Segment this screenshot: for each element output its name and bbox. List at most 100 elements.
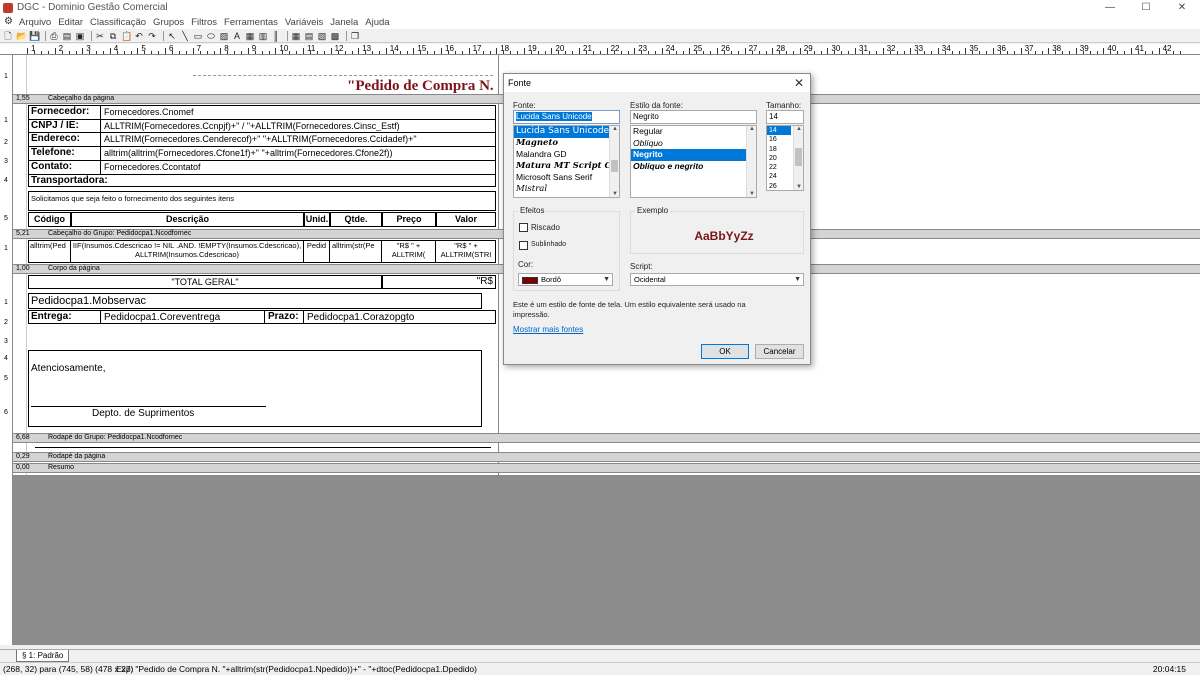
font-option[interactable]: Matura MT Script Capitals [514, 161, 619, 173]
line-tool-icon[interactable]: ╲ [180, 31, 190, 41]
preview-icon[interactable]: ▤ [62, 31, 72, 41]
style-list[interactable]: Regular Oblíquo Negrito Oblíquo e negrit… [630, 125, 757, 198]
print-icon[interactable]: ⎙ [49, 31, 59, 41]
header-preco[interactable]: Preço [382, 212, 436, 227]
detail-descricao[interactable]: IIF(Insumos.Cdescricao != NIL .AND. !EMP… [71, 241, 304, 262]
font-option[interactable]: Microsoft Sans Serif [514, 172, 619, 184]
undo-icon[interactable]: ↶ [134, 31, 144, 41]
menu-filtros[interactable]: Filtros [191, 17, 217, 28]
new-icon[interactable]: 🗋 [3, 31, 13, 41]
open-icon[interactable]: 📂 [16, 31, 27, 41]
system-menu-icon[interactable]: ⚙ [4, 17, 16, 27]
image-tool-icon[interactable]: ▨ [219, 31, 229, 41]
page-setup-icon[interactable]: ▣ [75, 31, 85, 41]
barcode-tool-icon[interactable]: ║ [271, 31, 281, 41]
header-descricao[interactable]: Descrição [71, 212, 304, 227]
chevron-down-icon[interactable]: ▼ [794, 274, 801, 285]
scroll-up-icon[interactable]: ▲ [610, 126, 619, 132]
entrega-field[interactable]: Pedidocpa1.Coreventrega [104, 312, 220, 323]
style-input[interactable]: Negrito [630, 110, 757, 124]
ellipse-tool-icon[interactable]: ⬭ [206, 31, 216, 41]
size-option[interactable]: 14 [767, 126, 791, 136]
supplier-label[interactable]: Endereco: [31, 133, 80, 144]
maximize-icon[interactable]: ☐ [1128, 0, 1164, 15]
scroll-thumb[interactable] [611, 160, 618, 172]
scroll-thumb[interactable] [795, 148, 802, 166]
size-list[interactable]: 14 16 18 20 22 24 26 ▲ ▼ [766, 125, 804, 191]
supplier-field[interactable]: alltrim(alltrim(Fornecedores.Cfone1f)+" … [104, 148, 392, 158]
band-page-footer[interactable]: 0,29 Rodapé da página [13, 452, 1200, 462]
ok-button[interactable]: OK [701, 344, 749, 359]
supplier-label[interactable]: Contato: [31, 161, 72, 172]
supplier-field[interactable]: Fornecedores.Cnomef [104, 107, 194, 117]
properties-icon[interactable]: ▧ [317, 31, 327, 41]
prazo-field[interactable]: Pedidocpa1.Corazopgto [307, 312, 414, 323]
underline-label[interactable]: Sublinhado [531, 241, 566, 248]
scroll-down-icon[interactable]: ▼ [794, 184, 803, 190]
header-unid[interactable]: Unid. [304, 212, 330, 227]
band-group-footer[interactable]: 6,68 Rodapé do Grupo: Pedidocpa1.Ncodfor… [13, 433, 1200, 443]
detail-preco[interactable]: "R$ " + ALLTRIM( [382, 241, 436, 262]
style-option[interactable]: Oblíquo [631, 138, 756, 150]
cut-icon[interactable]: ✂ [95, 31, 105, 41]
header-valor[interactable]: Valor [436, 212, 496, 227]
save-icon[interactable]: 💾 [29, 31, 40, 41]
scroll-down-icon[interactable]: ▼ [747, 191, 756, 197]
style-list-scrollbar[interactable]: ▲ ▼ [746, 126, 756, 197]
menu-arquivo[interactable]: Arquivo [19, 17, 51, 28]
font-input[interactable]: Lucida Sans Unicode [513, 110, 620, 124]
scroll-up-icon[interactable]: ▲ [794, 126, 803, 132]
supplier-field[interactable]: ALLTRIM(Fornecedores.Cenderecof)+" "+ALL… [104, 134, 417, 144]
chevron-down-icon[interactable]: ▼ [603, 274, 610, 285]
detail-codigo[interactable]: alltrim(Ped [28, 241, 71, 262]
frame-icon[interactable]: ❐ [350, 31, 360, 41]
menu-grupos[interactable]: Grupos [153, 17, 184, 28]
align-icon[interactable]: ▤ [304, 31, 314, 41]
style-option[interactable]: Regular [631, 126, 756, 138]
supplier-label[interactable]: CNPJ / IE: [31, 120, 79, 131]
band-summary[interactable]: 0,00 Resumo [13, 463, 1200, 473]
header-codigo[interactable]: Código [28, 212, 71, 227]
font-list-scrollbar[interactable]: ▲ ▼ [609, 126, 619, 197]
menu-janela[interactable]: Janela [330, 17, 358, 28]
grid-icon[interactable]: ▦ [291, 31, 301, 41]
menu-ferramentas[interactable]: Ferramentas [224, 17, 278, 28]
supplier-label[interactable]: Fornecedor: [31, 106, 89, 117]
supplier-field[interactable]: Fornecedores.Ccontatof [104, 162, 201, 172]
supplier-field[interactable]: ALLTRIM(Fornecedores.Ccnpjf)+" / "+ALLTR… [104, 121, 400, 131]
detail-unid[interactable]: Pedid [304, 241, 330, 262]
supplier-label[interactable]: Transportadora: [31, 175, 108, 186]
dialog-close-icon[interactable]: ✕ [794, 76, 804, 90]
intro-text[interactable]: Solicitamos que seja feito o forneciment… [31, 194, 234, 203]
signature-text[interactable]: Depto. de Suprimentos [92, 408, 194, 419]
style-option[interactable]: Negrito [631, 149, 756, 161]
copy-icon[interactable]: ⧉ [108, 31, 118, 41]
strikeout-checkbox[interactable] [519, 223, 528, 232]
detail-valor[interactable]: "R$ " + ALLTRIM(STRI [436, 241, 496, 262]
font-option[interactable]: Mistral [514, 184, 619, 196]
entrega-box[interactable] [28, 310, 496, 324]
color-combo[interactable]: Bordô ▼ [518, 273, 613, 286]
scroll-down-icon[interactable]: ▼ [610, 191, 619, 197]
strikeout-label[interactable]: Riscado [531, 223, 560, 232]
entrega-label[interactable]: Entrega: [31, 311, 72, 322]
redo-icon[interactable]: ↷ [147, 31, 157, 41]
scroll-up-icon[interactable]: ▲ [747, 126, 756, 132]
menu-ajuda[interactable]: Ajuda [365, 17, 389, 28]
total-value-box[interactable]: "R$ [382, 275, 496, 289]
paste-icon[interactable]: 📋 [121, 31, 132, 41]
text-tool-icon[interactable]: A [232, 31, 242, 41]
font-option[interactable]: Lucida Sans Unicode [514, 126, 619, 138]
size-list-scrollbar[interactable]: ▲ ▼ [793, 126, 803, 190]
field-tool-icon[interactable]: ▦ [245, 31, 255, 41]
closing-text[interactable]: Atenciosamente, [31, 363, 106, 374]
rectangle-tool-icon[interactable]: ▭ [193, 31, 203, 41]
underline-checkbox[interactable] [519, 241, 528, 250]
header-qtde[interactable]: Qtde. [330, 212, 382, 227]
supplier-label[interactable]: Telefone: [31, 147, 75, 158]
report-title-field[interactable]: "Pedido de Compra N. [347, 78, 494, 95]
menu-variaveis[interactable]: Variáveis [285, 17, 323, 28]
layout-icon[interactable]: ▩ [330, 31, 340, 41]
more-fonts-link[interactable]: Mostrar mais fontes [513, 325, 583, 334]
detail-qtde[interactable]: alltrim(str(Pe [330, 241, 382, 262]
